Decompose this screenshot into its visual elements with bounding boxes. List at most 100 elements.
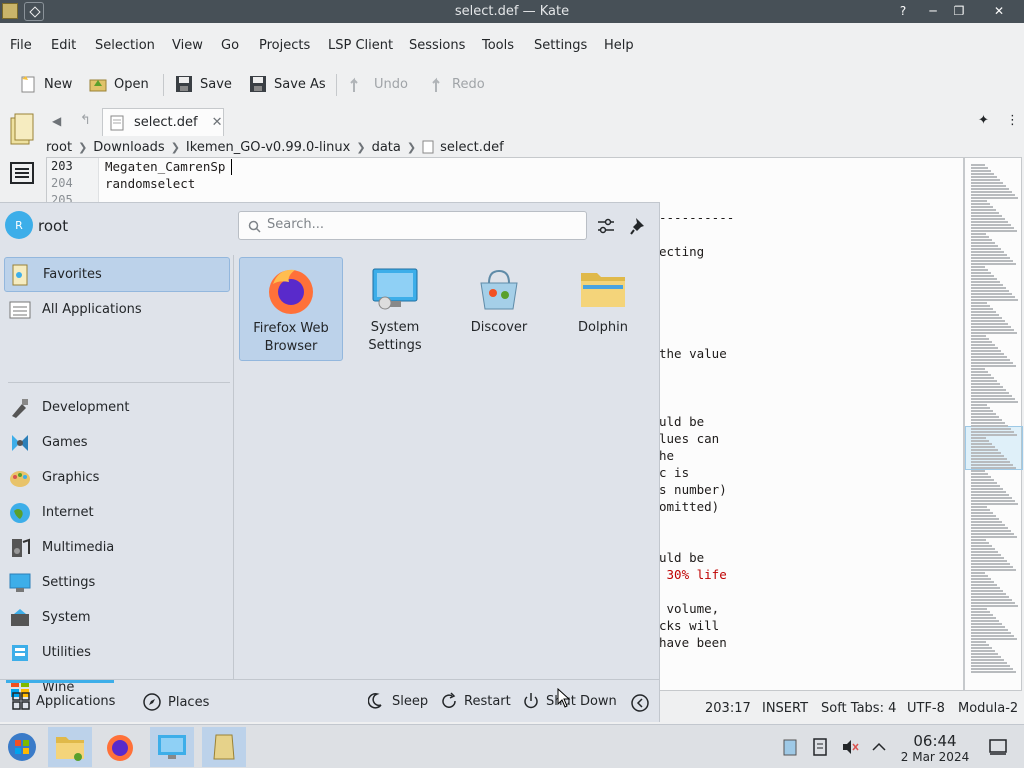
- category-system[interactable]: System: [4, 600, 230, 635]
- launcher-search[interactable]: [238, 211, 587, 240]
- code-fragment: uld be: [659, 550, 705, 565]
- menu-lsp-client[interactable]: LSP Client: [328, 38, 393, 53]
- dolphin-folder-icon: [56, 737, 84, 761]
- minimap-line: [971, 599, 1012, 601]
- minimap-scrollbar[interactable]: [964, 157, 1023, 691]
- search-input[interactable]: [267, 217, 567, 232]
- outline-list-icon[interactable]: [10, 162, 34, 184]
- category-utilities[interactable]: Utilities: [4, 635, 230, 670]
- minimap-line: [971, 308, 993, 310]
- minimap-line: [971, 446, 995, 448]
- menu-projects[interactable]: Projects: [259, 38, 310, 53]
- tab-menu-icon[interactable]: ⋮: [1006, 113, 1019, 128]
- indentation-mode[interactable]: Soft Tabs: 4: [821, 701, 896, 716]
- app-launcher-button[interactable]: [0, 727, 44, 767]
- task-firefox[interactable]: [98, 727, 142, 767]
- app-firefox[interactable]: Firefox Web Browser: [239, 257, 343, 361]
- breadcrumb-data[interactable]: data: [372, 140, 401, 155]
- save-button[interactable]: Save: [174, 72, 232, 96]
- clipboard-tray-icon[interactable]: [780, 737, 800, 757]
- input-mode[interactable]: INSERT: [762, 701, 808, 716]
- task-dolphin[interactable]: [48, 727, 92, 767]
- open-button[interactable]: Open: [88, 72, 149, 96]
- minimap-line: [971, 323, 1008, 325]
- development-icon: [12, 398, 28, 418]
- category-multimedia[interactable]: Multimedia: [4, 530, 230, 565]
- minimap-line: [971, 473, 988, 475]
- task-kate[interactable]: [202, 727, 246, 767]
- menu-view[interactable]: View: [172, 38, 203, 53]
- breadcrumb-ikemen[interactable]: Ikemen_GO-v0.99.0-linux: [186, 140, 350, 155]
- minimap-line: [971, 299, 1018, 301]
- breadcrumb-root[interactable]: root: [46, 140, 72, 155]
- cursor-position[interactable]: 203:17: [705, 701, 751, 716]
- menu-sessions[interactable]: Sessions: [409, 38, 465, 53]
- new-button[interactable]: New: [18, 72, 72, 96]
- tab-places[interactable]: Places: [142, 692, 209, 712]
- minimap-line: [971, 296, 1015, 298]
- category-development[interactable]: Development: [4, 390, 230, 425]
- sleep-button[interactable]: Sleep: [368, 692, 428, 710]
- digital-clock[interactable]: 06:44 2 Mar 2024: [890, 732, 980, 764]
- code-line: Megaten_CamrenSp: [105, 159, 226, 174]
- menu-edit[interactable]: Edit: [51, 38, 76, 53]
- code-fragment: he: [659, 448, 675, 463]
- breadcrumb-downloads[interactable]: Downloads: [93, 140, 164, 155]
- syntax-mode[interactable]: Modula-2: [958, 701, 1018, 716]
- app-label: Discover: [470, 320, 528, 335]
- tab-forward-icon[interactable]: ↰: [80, 113, 91, 128]
- menu-help[interactable]: Help: [604, 38, 634, 53]
- menu-go[interactable]: Go: [221, 38, 239, 53]
- start-menu-icon: [8, 733, 36, 761]
- menu-selection[interactable]: Selection: [95, 38, 155, 53]
- volume-muted-icon[interactable]: [840, 737, 860, 757]
- minimap-line: [971, 434, 1017, 436]
- category-graphics[interactable]: Graphics: [4, 460, 230, 495]
- minimap-line: [971, 383, 1000, 385]
- task-system-settings[interactable]: [150, 727, 194, 767]
- tab-close-icon[interactable]: ✕: [212, 115, 223, 130]
- redo-button[interactable]: Redo: [426, 72, 485, 96]
- menu-tools[interactable]: Tools: [482, 38, 514, 53]
- code-fragment: cks will: [659, 618, 720, 633]
- minimap-line: [971, 437, 986, 439]
- avatar[interactable]: R: [5, 211, 33, 239]
- notes-tray-icon[interactable]: [810, 737, 830, 757]
- undo-icon: [350, 77, 358, 92]
- undo-button[interactable]: Undo: [348, 72, 408, 96]
- minimap-line: [971, 632, 1011, 634]
- breadcrumb-file[interactable]: select.def: [440, 140, 504, 155]
- category-favorites[interactable]: Favorites: [4, 257, 230, 292]
- encoding[interactable]: UTF-8: [907, 701, 945, 716]
- tab-applications[interactable]: Applications: [12, 692, 115, 710]
- category-games[interactable]: Games: [4, 425, 230, 460]
- category-settings[interactable]: Settings: [4, 565, 230, 600]
- tab-back-icon[interactable]: ◀: [52, 114, 61, 128]
- more-options-icon[interactable]: [630, 693, 650, 713]
- minimap-line: [971, 569, 1016, 571]
- minimap-line: [971, 536, 1017, 538]
- tab-select-def[interactable]: select.def ✕: [102, 108, 224, 136]
- help-button[interactable]: ?: [892, 2, 914, 21]
- app-discover[interactable]: Discover: [447, 257, 551, 361]
- app-dolphin[interactable]: Dolphin: [551, 257, 655, 361]
- close-button[interactable]: ✕: [988, 2, 1010, 21]
- category-internet[interactable]: Internet: [4, 495, 230, 530]
- category-all-applications[interactable]: All Applications: [4, 292, 230, 327]
- configure-icon[interactable]: [596, 217, 616, 235]
- minimap-line: [971, 302, 987, 304]
- menu-file[interactable]: File: [10, 38, 32, 53]
- menu-settings[interactable]: Settings: [534, 38, 587, 53]
- app-system-settings[interactable]: System Settings: [343, 257, 447, 361]
- code-fragment: ----------: [659, 210, 735, 225]
- quick-open-icon[interactable]: ✦: [978, 113, 989, 128]
- save-as-button[interactable]: Save As: [248, 72, 326, 96]
- favorites-grid: Firefox Web Browser System Settings Disc…: [236, 255, 660, 679]
- minimize-button[interactable]: ─: [922, 2, 944, 21]
- restart-button[interactable]: Restart: [440, 692, 511, 710]
- show-desktop-icon[interactable]: [988, 737, 1008, 757]
- pin-icon[interactable]: [630, 216, 648, 236]
- chevron-up-icon[interactable]: [869, 737, 889, 757]
- maximize-button[interactable]: ❐: [948, 2, 970, 21]
- category-list: Favorites All Applications Development G…: [0, 255, 234, 697]
